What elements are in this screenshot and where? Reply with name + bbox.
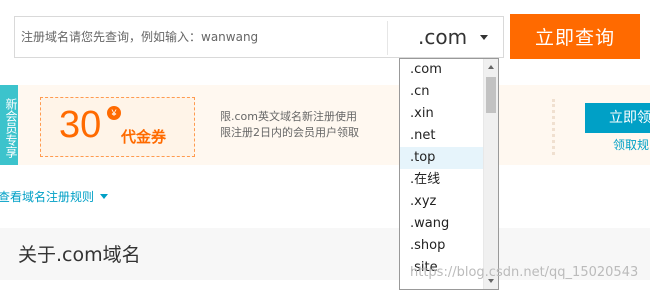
coupon-card: 30 ¥ 代金券 bbox=[40, 97, 195, 157]
new-member-tag: 新会员专享 bbox=[0, 85, 18, 165]
domain-suffix-select[interactable]: .com bbox=[388, 17, 504, 57]
suffix-dropdown-list: .com .cn .xin .net .top .在线 .xyz .wang .… bbox=[399, 58, 499, 290]
suffix-option[interactable]: .cn bbox=[400, 81, 484, 103]
scroll-up-arrow-icon[interactable] bbox=[488, 65, 494, 69]
coupon-name: 代金券 bbox=[121, 128, 167, 146]
claim-rules-link[interactable]: 领取规 bbox=[613, 136, 649, 153]
suffix-option[interactable]: .net bbox=[400, 125, 484, 147]
suffix-option[interactable]: .shop bbox=[400, 235, 484, 257]
promo-desc-line-2: 限注册2日内的会员用户领取 bbox=[220, 126, 359, 139]
promo-dotted-divider bbox=[552, 99, 556, 155]
watermark: https://blog.csdn.net/qq_15020543 bbox=[410, 265, 639, 280]
coupon-amount: 30 bbox=[59, 104, 102, 146]
suffix-option[interactable]: .xin bbox=[400, 103, 484, 125]
chevron-down-icon bbox=[480, 35, 488, 40]
domain-search-input[interactable] bbox=[21, 17, 385, 57]
scrollbar-thumb[interactable] bbox=[486, 77, 496, 113]
rules-link-label: 查看域名注册规则 bbox=[0, 190, 95, 204]
suffix-option-highlighted[interactable]: .top bbox=[400, 147, 484, 169]
domain-search-box: .com bbox=[14, 16, 504, 58]
promo-desc-line-1: 限.com英文域名新注册使用 bbox=[220, 110, 357, 123]
about-title: 关于.com域名 bbox=[18, 244, 141, 266]
suffix-option[interactable]: .com bbox=[400, 59, 484, 81]
claim-coupon-button[interactable]: 立即领 bbox=[585, 103, 650, 133]
suffix-selected-value: .com bbox=[418, 25, 468, 49]
yen-icon: ¥ bbox=[107, 106, 121, 120]
promo-banner: 新会员专享 30 ¥ 代金券 限.com英文域名新注册使用 限注册2日内的会员用… bbox=[0, 85, 650, 165]
registration-rules-link[interactable]: 查看域名注册规则 bbox=[0, 188, 109, 205]
promo-description: 限.com英文域名新注册使用 限注册2日内的会员用户领取 bbox=[220, 109, 359, 141]
query-button[interactable]: 立即查询 bbox=[510, 14, 640, 59]
dropdown-scrollbar[interactable] bbox=[483, 59, 498, 289]
suffix-option[interactable]: .wang bbox=[400, 213, 484, 235]
suffix-option[interactable]: .xyz bbox=[400, 191, 484, 213]
caret-down-icon bbox=[100, 194, 109, 199]
suffix-option[interactable]: .在线 bbox=[400, 169, 484, 191]
